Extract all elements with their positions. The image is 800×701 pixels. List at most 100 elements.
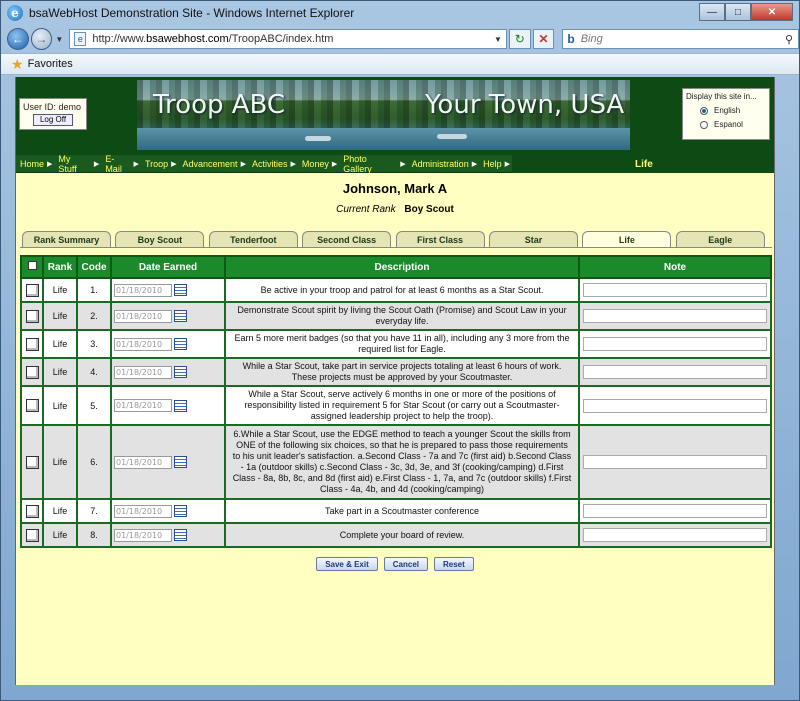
date-earned-input[interactable] bbox=[114, 455, 172, 469]
maximize-button[interactable]: □ bbox=[725, 3, 751, 21]
logoff-button[interactable]: Log Off bbox=[33, 114, 73, 126]
row-rank: Life bbox=[42, 498, 78, 524]
menu-administration[interactable]: Administration ▶ bbox=[408, 159, 479, 169]
radio-selected-icon[interactable] bbox=[700, 106, 708, 115]
calendar-icon[interactable] bbox=[174, 310, 187, 322]
row-checkbox[interactable] bbox=[25, 365, 39, 379]
menu-photo-gallery[interactable]: Photo Gallery ▶ bbox=[339, 154, 407, 174]
select-all-checkbox[interactable] bbox=[27, 261, 37, 270]
cancel-button[interactable]: Cancel bbox=[383, 557, 428, 571]
star-icon[interactable]: ★ bbox=[11, 56, 24, 73]
stop-icon[interactable]: ✕ bbox=[532, 29, 555, 49]
search-input[interactable]: b Bing ⚲ bbox=[562, 29, 799, 49]
note-header: Note bbox=[578, 255, 772, 279]
menu-arrow-icon: ▶ bbox=[93, 160, 100, 168]
window-title: bsaWebHost Demonstration Site - Windows … bbox=[29, 6, 355, 20]
menu-help[interactable]: Help ▶ bbox=[479, 159, 512, 169]
note-input[interactable] bbox=[583, 365, 767, 379]
history-dropdown-icon[interactable]: ▼ bbox=[55, 35, 63, 44]
minimize-button[interactable]: — bbox=[699, 3, 725, 21]
menu-home[interactable]: Home ▶ bbox=[16, 159, 54, 169]
row-checkbox[interactable] bbox=[25, 309, 39, 323]
menu-my-stuff[interactable]: My Stuff ▶ bbox=[54, 154, 101, 174]
note-input[interactable] bbox=[583, 309, 767, 323]
note-input[interactable] bbox=[583, 337, 767, 351]
row-checkbox[interactable] bbox=[25, 504, 39, 518]
tab-first-class[interactable]: First Class bbox=[395, 231, 485, 247]
row-checkbox[interactable] bbox=[25, 399, 39, 412]
calendar-icon[interactable] bbox=[174, 338, 187, 350]
forward-arrow-icon[interactable]: → bbox=[30, 28, 53, 50]
banner-water bbox=[137, 128, 630, 150]
row-checkbox[interactable] bbox=[25, 337, 39, 351]
language-option-english[interactable]: English bbox=[686, 106, 766, 115]
close-button[interactable]: ✕ bbox=[751, 3, 793, 21]
note-input[interactable] bbox=[583, 504, 767, 518]
table-row: Life 6. 6.While a Star Scout, use the ED… bbox=[20, 424, 772, 500]
requirements-table: Rank Code Date Earned Description Note L… bbox=[20, 255, 772, 548]
menu-troop[interactable]: Troop ▶ bbox=[141, 159, 179, 169]
note-input[interactable] bbox=[583, 283, 767, 297]
url-input[interactable]: e http://www. bsawebhost.com/TroopABC/ind… bbox=[69, 29, 507, 49]
language-selector: Display this site in... English Espanol bbox=[682, 88, 770, 140]
radio-unselected-icon[interactable] bbox=[700, 120, 708, 129]
date-earned-input[interactable] bbox=[114, 365, 172, 379]
favorites-bar: ★ Favorites bbox=[1, 53, 799, 75]
canoe-icon bbox=[437, 134, 467, 139]
language-title: Display this site in... bbox=[686, 92, 757, 101]
date-earned-input[interactable] bbox=[114, 337, 172, 351]
row-checkbox[interactable] bbox=[25, 455, 39, 469]
page-icon: e bbox=[74, 32, 87, 46]
tab-star[interactable]: Star bbox=[488, 231, 578, 247]
tab-tenderfoot[interactable]: Tenderfoot bbox=[208, 231, 298, 247]
date-earned-input[interactable] bbox=[114, 309, 172, 323]
calendar-icon[interactable] bbox=[174, 505, 187, 517]
refresh-icon[interactable]: ↻ bbox=[508, 29, 531, 49]
calendar-icon[interactable] bbox=[174, 366, 187, 378]
calendar-icon[interactable] bbox=[174, 529, 187, 541]
menu-arrow-icon: ▶ bbox=[240, 160, 246, 168]
row-rank: Life bbox=[42, 522, 78, 548]
date-earned-input[interactable] bbox=[114, 528, 172, 542]
table-row: Life 8. Complete your board of review. bbox=[20, 522, 772, 548]
row-code: 6. bbox=[76, 424, 112, 500]
back-arrow-icon[interactable]: ← bbox=[7, 28, 29, 50]
menu-money[interactable]: Money ▶ bbox=[298, 159, 339, 169]
row-checkbox[interactable] bbox=[25, 528, 39, 542]
calendar-icon[interactable] bbox=[174, 456, 187, 468]
tab-life[interactable]: Life bbox=[582, 231, 672, 248]
tab-boy-scout[interactable]: Boy Scout bbox=[115, 231, 205, 247]
language-option-spanish[interactable]: Espanol bbox=[686, 120, 766, 129]
url-dropdown-icon[interactable]: ▼ bbox=[490, 35, 506, 44]
tab-rank-summary[interactable]: Rank Summary bbox=[22, 231, 111, 247]
row-description: Demonstrate Scout spirit by living the S… bbox=[224, 301, 580, 331]
tab-second-class[interactable]: Second Class bbox=[302, 231, 392, 247]
browser-window: e bsaWebHost Demonstration Site - Window… bbox=[0, 0, 800, 701]
menu-arrow-icon: ▶ bbox=[400, 160, 406, 168]
web-page: User ID: demo Log Off Troop ABC Your Tow… bbox=[15, 77, 775, 685]
banner-troop-name: Troop ABC bbox=[153, 90, 286, 120]
favorites-button[interactable]: Favorites bbox=[28, 58, 73, 70]
menu-advancement[interactable]: Advancement ▶ bbox=[179, 159, 248, 169]
save-exit-button[interactable]: Save & Exit bbox=[316, 557, 378, 571]
search-icon[interactable]: ⚲ bbox=[780, 33, 798, 46]
row-rank: Life bbox=[42, 385, 78, 426]
calendar-icon[interactable] bbox=[174, 399, 187, 412]
troop-banner: Troop ABC Your Town, USA bbox=[137, 80, 630, 150]
date-earned-input[interactable] bbox=[114, 283, 172, 297]
tab-eagle[interactable]: Eagle bbox=[675, 231, 765, 247]
calendar-icon[interactable] bbox=[174, 284, 187, 296]
row-checkbox[interactable] bbox=[25, 283, 39, 297]
menu-email[interactable]: E-Mail ▶ bbox=[101, 154, 141, 174]
table-row: Life 3. Earn 5 more merit badges (so tha… bbox=[20, 329, 772, 359]
menu-activities[interactable]: Activities ▶ bbox=[248, 159, 298, 169]
date-earned-input[interactable] bbox=[114, 399, 172, 412]
user-box: User ID: demo Log Off bbox=[19, 98, 87, 130]
reset-button[interactable]: Reset bbox=[434, 557, 474, 571]
date-earned-input[interactable] bbox=[114, 504, 172, 518]
note-input[interactable] bbox=[583, 455, 767, 469]
note-input[interactable] bbox=[583, 398, 767, 413]
note-input[interactable] bbox=[583, 528, 767, 542]
description-header: Description bbox=[224, 255, 580, 279]
menu-arrow-icon: ▶ bbox=[504, 160, 510, 168]
